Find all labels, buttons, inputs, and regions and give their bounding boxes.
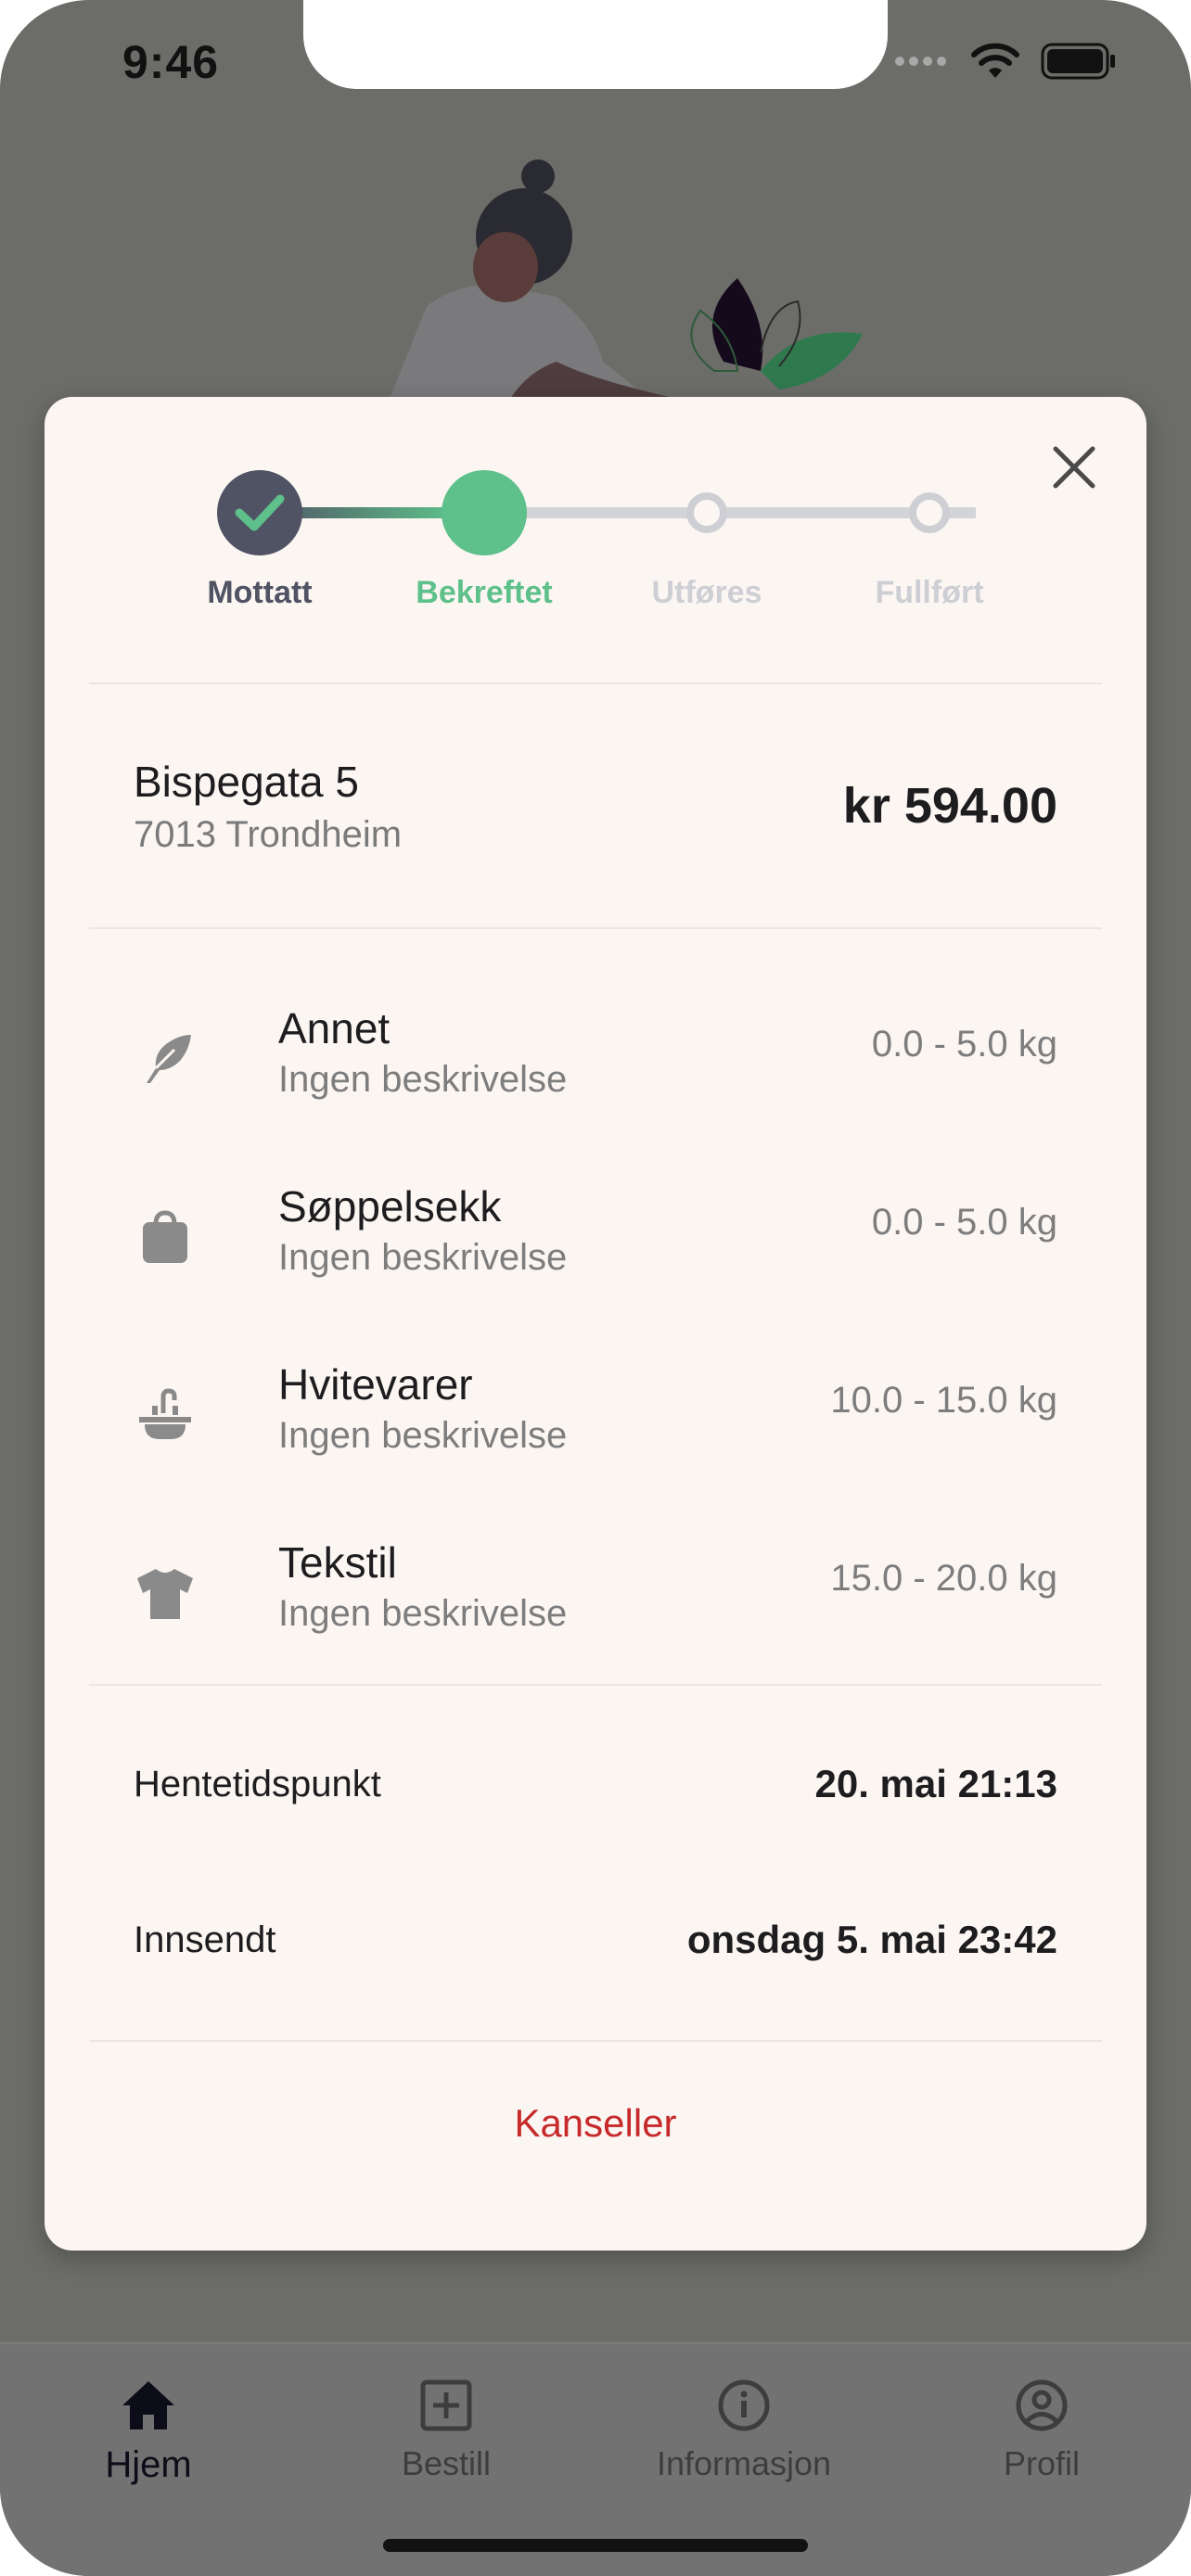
item-title: Hvitevarer	[278, 1360, 473, 1409]
submitted-value: onsdag 5. mai 23:42	[686, 1918, 1057, 1961]
divider	[89, 2040, 1102, 2042]
list-item: Søppelsekk Ingen beskrivelse 0.0 - 5.0 k…	[45, 1176, 1146, 1315]
item-weight: 0.0 - 5.0 kg	[871, 1024, 1057, 1065]
step-done-marker	[217, 470, 302, 555]
tab-label: Bestill	[401, 2444, 492, 2482]
address-postal: 7013 Trondheim	[134, 814, 403, 855]
item-weight: 0.0 - 5.0 kg	[871, 1202, 1057, 1243]
divider	[89, 927, 1102, 929]
bag-icon	[143, 1210, 187, 1263]
list-item: Tekstil Ingen beskrivelse 15.0 - 20.0 kg	[45, 1532, 1146, 1671]
submitted-label: Innsendt	[134, 1919, 276, 1960]
tab-home[interactable]: Hjem	[28, 2379, 269, 2486]
step-label-in-progress: Utføres	[651, 575, 762, 610]
home-indicator	[383, 2539, 808, 2552]
wifi-icon	[971, 43, 1019, 78]
tab-label: Informasjon	[656, 2444, 832, 2482]
home-icon	[122, 2381, 174, 2429]
cancel-order-button[interactable]: Kanseller	[45, 2101, 1146, 2146]
item-description: Ingen beskrivelse	[278, 1415, 568, 1456]
item-weight: 10.0 - 15.0 kg	[830, 1380, 1057, 1421]
item-title: Annet	[278, 1004, 391, 1052]
order-detail-card: Mottatt Bekreftet Utføres Fullført Bispe…	[45, 397, 1146, 2251]
item-title: Søppelsekk	[278, 1182, 502, 1231]
step-label-completed: Fullført	[875, 575, 984, 610]
item-description: Ingen beskrivelse	[278, 1059, 568, 1100]
info-icon	[718, 2379, 770, 2431]
item-weight: 15.0 - 20.0 kg	[830, 1558, 1057, 1599]
signal-icon	[895, 57, 946, 66]
profile-icon	[1016, 2379, 1068, 2431]
feather-icon	[147, 1035, 191, 1083]
add-box-icon	[420, 2379, 472, 2431]
pickup-time-value: 20. mai 21:13	[814, 1762, 1057, 1805]
item-title: Tekstil	[278, 1538, 397, 1587]
illustration-image	[390, 159, 863, 399]
step-label-confirmed: Bekreftet	[416, 575, 553, 610]
address-street: Bispegata 5	[134, 758, 359, 806]
step-pending-marker	[686, 492, 727, 533]
divider	[89, 682, 1102, 684]
item-description: Ingen beskrivelse	[278, 1237, 568, 1278]
tab-information[interactable]: Informasjon	[623, 2379, 864, 2483]
status-time: 9:46	[122, 36, 220, 88]
sink-icon	[139, 1388, 191, 1439]
item-description: Ingen beskrivelse	[278, 1593, 568, 1634]
tab-label: Profil	[1003, 2444, 1081, 2482]
tab-order[interactable]: Bestill	[326, 2379, 567, 2483]
list-item: Hvitevarer Ingen beskrivelse 10.0 - 15.0…	[45, 1354, 1146, 1493]
order-price: kr 594.00	[842, 778, 1057, 834]
tab-label: Hjem	[105, 2444, 192, 2485]
shirt-icon	[137, 1569, 193, 1619]
status-indicators	[894, 43, 1117, 80]
step-pending-marker	[909, 492, 950, 533]
device-notch	[303, 0, 888, 89]
divider	[89, 1684, 1102, 1686]
tab-profile[interactable]: Profil	[921, 2379, 1162, 2483]
battery-icon	[1041, 43, 1115, 80]
step-active-marker	[442, 470, 527, 555]
order-progress-stepper: Mottatt Bekreftet Utføres Fullført	[45, 465, 1146, 610]
step-label-received: Mottatt	[207, 575, 313, 610]
pickup-time-label: Hentetidspunkt	[134, 1764, 381, 1804]
list-item: Annet Ingen beskrivelse 0.0 - 5.0 kg	[45, 998, 1146, 1137]
stepper-track	[217, 470, 976, 555]
phone-screen: 9:46 Mottatt Bekreftet Utføres Fullført …	[0, 0, 1191, 2576]
